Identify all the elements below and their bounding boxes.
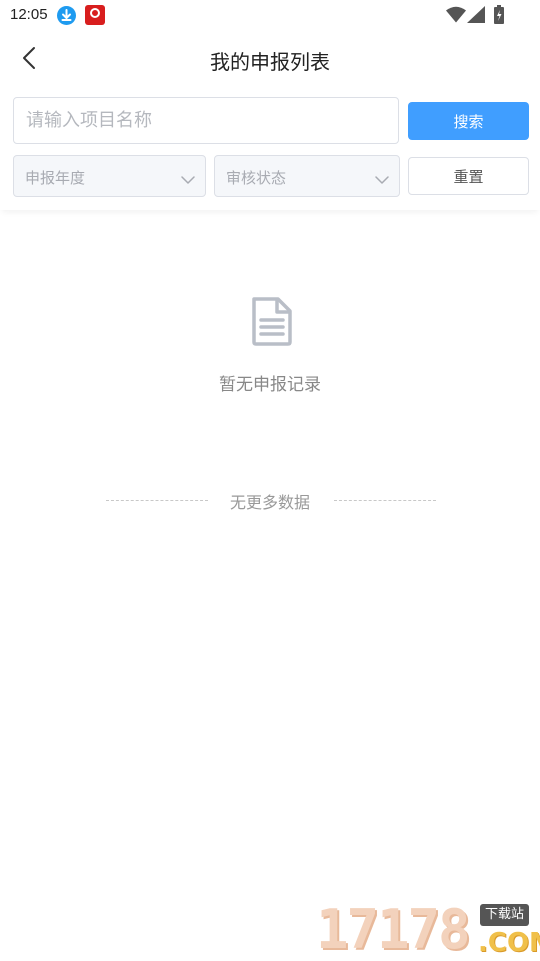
chevron-down-icon <box>375 170 389 189</box>
status-bar: 12:05 <box>0 0 540 32</box>
filter-area: 搜索 申报年度 审核状态 重置 <box>0 86 540 210</box>
page-title: 我的申报列表 <box>210 50 330 74</box>
status-select[interactable]: 审核状态 <box>214 155 400 197</box>
no-more-data: 无更多数据 <box>0 488 540 512</box>
chevron-down-icon <box>181 170 195 189</box>
document-icon <box>250 296 294 350</box>
reset-button[interactable]: 重置 <box>408 157 529 195</box>
watermark-logo: 17178 下载站 .COM <box>316 898 540 960</box>
watermark-badge: 下载站 <box>480 904 530 926</box>
battery-charging-icon <box>494 5 504 28</box>
divider-right <box>334 500 436 501</box>
watermark-com: .COM <box>478 928 540 958</box>
status-time: 12:05 <box>10 6 48 23</box>
year-select[interactable]: 申报年度 <box>13 155 206 197</box>
search-input[interactable] <box>13 97 399 144</box>
signal-icon <box>467 6 485 27</box>
year-select-label: 申报年度 <box>25 169 86 187</box>
header: 我的申报列表 <box>0 32 540 86</box>
watermark-digits: 17178 <box>316 898 471 961</box>
download-icon <box>57 6 76 25</box>
search-button[interactable]: 搜索 <box>408 102 529 140</box>
status-select-label: 审核状态 <box>226 169 287 187</box>
no-more-text: 无更多数据 <box>229 493 310 512</box>
wifi-icon <box>446 6 466 27</box>
app-notification-icon <box>85 5 105 25</box>
empty-state-message: 暂无申报记录 <box>219 375 321 395</box>
